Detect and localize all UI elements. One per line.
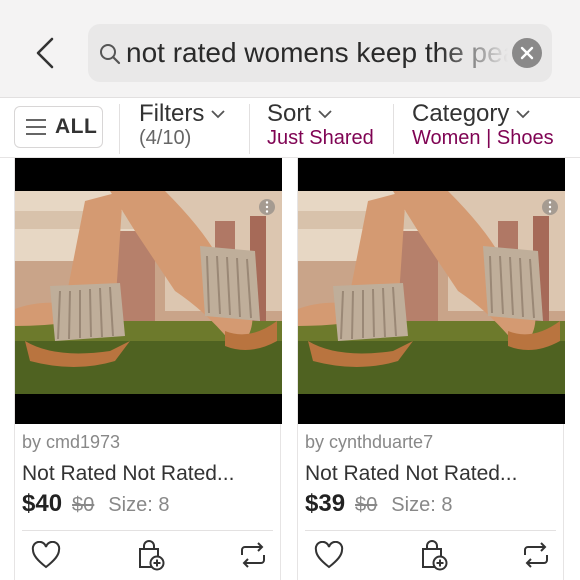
more-icon[interactable]	[541, 198, 559, 216]
filters-count: (4/10)	[139, 127, 192, 149]
listing-card[interactable]: by cynthduarte7 Not Rated Not Rated... $…	[297, 158, 565, 580]
bundle-bag-icon	[139, 540, 165, 571]
sort-value: Just Shared	[267, 127, 374, 149]
listing-photo[interactable]	[298, 158, 565, 424]
listing-image	[15, 191, 282, 394]
like-button[interactable]	[312, 538, 346, 572]
share-button[interactable]	[519, 538, 553, 572]
chevron-down-icon	[516, 110, 531, 119]
seller-name[interactable]: by cynthduarte7	[305, 432, 433, 453]
share-icon	[241, 542, 265, 568]
category-dropdown[interactable]: Category Women | Shoes	[412, 100, 554, 150]
chevron-down-icon	[318, 110, 332, 119]
sort-dropdown[interactable]: Sort Just Shared	[267, 100, 374, 150]
price-line: $40 $0 Size: 8	[22, 490, 169, 518]
divider	[249, 104, 250, 154]
filter-bar: ALL Filters (4/10) Sort Just Shared Cate…	[0, 98, 580, 158]
divider	[119, 104, 120, 154]
seller-name[interactable]: by cmd1973	[22, 432, 120, 453]
add-to-bundle-button[interactable]	[134, 538, 168, 572]
divider	[22, 530, 273, 531]
price: $40	[22, 490, 63, 517]
category-value: Women | Shoes	[412, 127, 554, 149]
back-button[interactable]	[28, 34, 62, 72]
listing-actions	[298, 538, 565, 578]
original-price: $0	[355, 494, 378, 516]
more-icon[interactable]	[258, 198, 276, 216]
add-to-bundle-button[interactable]	[417, 538, 451, 572]
heart-icon	[314, 541, 344, 569]
search-header: not rated womens keep the peace	[0, 0, 580, 98]
back-chevron-icon	[36, 37, 54, 69]
like-button[interactable]	[29, 538, 63, 572]
size: Size: 8	[108, 494, 170, 516]
price-line: $39 $0 Size: 8	[305, 490, 452, 518]
all-filter-button[interactable]: ALL	[14, 106, 103, 148]
clear-search-button[interactable]	[512, 38, 542, 68]
bundle-bag-icon	[422, 540, 448, 571]
share-button[interactable]	[236, 538, 270, 572]
listing-image	[298, 191, 565, 394]
filters-label: Filters	[139, 100, 205, 127]
share-icon	[524, 542, 548, 568]
price: $39	[305, 490, 346, 517]
heart-icon	[31, 541, 61, 569]
menu-icon	[26, 119, 46, 135]
listing-title[interactable]: Not Rated Not Rated...	[305, 462, 555, 486]
search-input[interactable]: not rated womens keep the peace	[126, 34, 508, 72]
search-icon	[100, 44, 121, 65]
listing-actions	[15, 538, 282, 578]
sort-label: Sort	[267, 100, 312, 127]
all-filter-label: ALL	[55, 115, 98, 138]
listing-title[interactable]: Not Rated Not Rated...	[22, 462, 272, 486]
listing-card[interactable]: by cmd1973 Not Rated Not Rated... $40 $0…	[14, 158, 282, 580]
listing-photo[interactable]	[15, 158, 282, 424]
clear-icon	[520, 46, 534, 60]
original-price: $0	[72, 494, 95, 516]
filters-dropdown[interactable]: Filters (4/10)	[139, 100, 226, 150]
category-label: Category	[412, 100, 510, 127]
size: Size: 8	[391, 494, 453, 516]
search-bar[interactable]: not rated womens keep the peace	[88, 24, 552, 82]
divider	[305, 530, 556, 531]
chevron-down-icon	[211, 110, 225, 119]
divider	[393, 104, 394, 154]
